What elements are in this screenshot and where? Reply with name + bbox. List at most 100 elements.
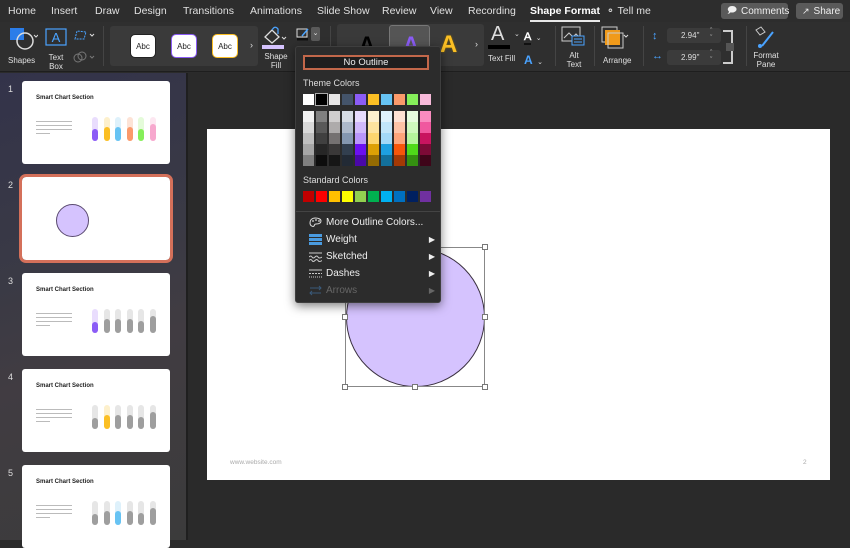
share-button[interactable]: ↗ Share (796, 3, 843, 19)
theme-shade-swatch[interactable] (394, 144, 405, 155)
shape-outline-button[interactable]: ⌄ (296, 27, 322, 43)
theme-shade-swatch[interactable] (420, 111, 431, 122)
lock-aspect-ratio-toggle[interactable] (723, 30, 734, 64)
theme-shade-swatch[interactable] (329, 144, 340, 155)
text-fill-button[interactable]: A ⌄ Text Fill (487, 23, 520, 69)
tab-insert[interactable]: Insert (51, 5, 77, 17)
tab-slide-show[interactable]: Slide Show (317, 5, 370, 17)
theme-shade-swatch[interactable] (342, 133, 353, 144)
theme-shade-swatch[interactable] (329, 111, 340, 122)
weight-item[interactable]: Weight ▶ (309, 234, 435, 245)
theme-shade-swatch[interactable] (303, 111, 314, 122)
standard-color-swatch[interactable] (329, 191, 340, 202)
slide-thumbnail-4[interactable]: Smart Chart Section (22, 369, 170, 452)
theme-shade-swatch[interactable] (355, 111, 366, 122)
standard-color-swatch[interactable] (368, 191, 379, 202)
theme-color-swatch[interactable] (315, 93, 328, 106)
dashes-item[interactable]: Dashes ▶ (309, 268, 435, 279)
tab-design[interactable]: Design (134, 5, 167, 17)
standard-color-swatch[interactable] (342, 191, 353, 202)
tab-recording[interactable]: Recording (468, 5, 516, 17)
theme-shade-swatch[interactable] (303, 155, 314, 166)
theme-shade-swatch[interactable] (355, 133, 366, 144)
theme-shade-swatch[interactable] (329, 155, 340, 166)
tab-animations[interactable]: Animations (250, 5, 302, 17)
standard-color-swatch[interactable] (394, 191, 405, 202)
theme-shade-swatch[interactable] (316, 122, 327, 133)
theme-shade-swatch[interactable] (368, 144, 379, 155)
theme-shade-swatch[interactable] (394, 133, 405, 144)
theme-shade-swatch[interactable] (407, 133, 418, 144)
theme-shade-swatch[interactable] (316, 133, 327, 144)
wordart-more-icon[interactable]: › (475, 39, 478, 49)
theme-shade-swatch[interactable] (407, 122, 418, 133)
text-outline-button[interactable]: A ⌄ (524, 27, 548, 45)
theme-color-swatch[interactable] (381, 94, 392, 105)
slide-thumbnail-1[interactable]: Smart Chart Section (22, 81, 170, 164)
theme-shade-swatch[interactable] (368, 122, 379, 133)
theme-color-swatch[interactable] (342, 94, 353, 105)
theme-shade-swatch[interactable] (381, 111, 392, 122)
standard-color-swatch[interactable] (355, 191, 366, 202)
shape-style-3[interactable]: Abc (212, 34, 238, 58)
no-outline-option[interactable]: No Outline (303, 55, 429, 70)
width-stepper[interactable]: ˆˇ (710, 50, 712, 64)
shape-height-input[interactable]: 2.94" (667, 28, 721, 43)
theme-shade-swatch[interactable] (394, 111, 405, 122)
theme-color-swatch[interactable] (394, 94, 405, 105)
theme-shade-swatch[interactable] (355, 155, 366, 166)
theme-color-swatch[interactable] (355, 94, 366, 105)
outline-dropdown-chevron[interactable]: ⌄ (311, 27, 320, 41)
resize-handle-right[interactable] (482, 314, 488, 320)
theme-shade-swatch[interactable] (420, 133, 431, 144)
wordart-style-3[interactable]: A (440, 31, 457, 59)
theme-shade-swatch[interactable] (342, 144, 353, 155)
standard-color-swatch[interactable] (316, 191, 327, 202)
theme-color-swatch[interactable] (407, 94, 418, 105)
slide-thumbnail-3[interactable]: Smart Chart Section (22, 273, 170, 356)
gallery-more-icon[interactable]: › (250, 40, 253, 50)
theme-shade-swatch[interactable] (420, 122, 431, 133)
theme-shade-swatch[interactable] (355, 144, 366, 155)
theme-shade-swatch[interactable] (303, 144, 314, 155)
shape-style-1[interactable]: Abc (130, 34, 156, 58)
tab-home[interactable]: Home (8, 5, 36, 17)
alt-text-button[interactable]: Alt Text (561, 26, 587, 70)
theme-shade-swatch[interactable] (394, 155, 405, 166)
theme-shade-swatch[interactable] (420, 155, 431, 166)
sketched-item[interactable]: Sketched ▶ (309, 251, 435, 262)
tab-view[interactable]: View (430, 5, 453, 17)
theme-shade-swatch[interactable] (381, 144, 392, 155)
resize-handle-bottom-left[interactable] (342, 384, 348, 390)
theme-shade-swatch[interactable] (407, 111, 418, 122)
theme-shade-swatch[interactable] (381, 133, 392, 144)
shape-fill-button[interactable]: Shape Fill (261, 25, 291, 70)
text-box-button[interactable]: A Text Box (44, 26, 68, 71)
text-fill-chevron[interactable]: ⌄ (514, 30, 520, 38)
slide-thumbnail-5[interactable]: Smart Chart Section (22, 465, 170, 548)
standard-color-swatch[interactable] (407, 191, 418, 202)
more-outline-colors-item[interactable]: More Outline Colors... (309, 217, 435, 228)
tell-me[interactable]: ⚬ Tell me (606, 5, 651, 17)
shape-width-input[interactable]: 2.99" (667, 50, 721, 65)
theme-shade-swatch[interactable] (342, 122, 353, 133)
theme-shade-swatch[interactable] (355, 122, 366, 133)
theme-shade-swatch[interactable] (316, 144, 327, 155)
theme-shade-swatch[interactable] (407, 144, 418, 155)
text-effects-button[interactable]: A ⌄ (524, 51, 548, 67)
resize-handle-left[interactable] (342, 314, 348, 320)
theme-color-swatch[interactable] (368, 94, 379, 105)
theme-shade-swatch[interactable] (394, 122, 405, 133)
theme-shade-swatch[interactable] (329, 122, 340, 133)
height-stepper[interactable]: ˆˇ (710, 28, 712, 42)
shapes-button[interactable]: Shapes (6, 26, 40, 66)
theme-shade-swatch[interactable] (368, 111, 379, 122)
standard-color-swatch[interactable] (303, 191, 314, 202)
resize-handle-top-right[interactable] (482, 244, 488, 250)
theme-shade-swatch[interactable] (420, 144, 431, 155)
theme-shade-swatch[interactable] (368, 133, 379, 144)
tab-review[interactable]: Review (382, 5, 416, 17)
theme-shade-swatch[interactable] (381, 155, 392, 166)
theme-shade-swatch[interactable] (342, 111, 353, 122)
theme-color-swatch[interactable] (329, 94, 340, 105)
